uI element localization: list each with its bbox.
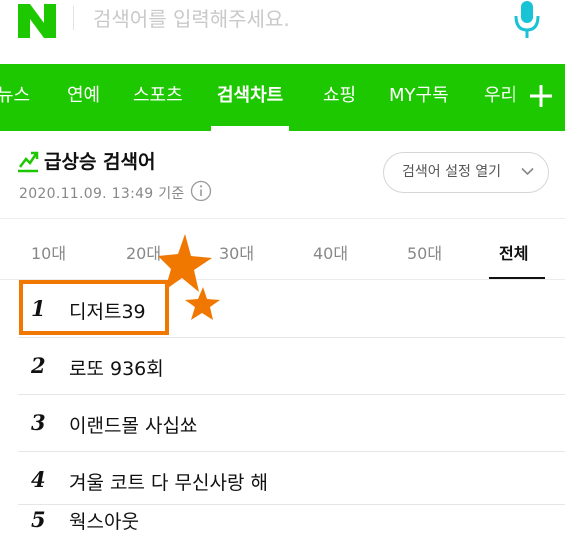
rank-number: 3	[31, 410, 46, 435]
tab-sports[interactable]: 스포츠	[133, 64, 183, 131]
rank-item[interactable]: 2 로또 936회	[0, 337, 565, 393]
header-divider	[0, 218, 565, 219]
rank-item[interactable]: 5 웍스아웃	[0, 494, 565, 547]
rank-number: 5	[31, 507, 46, 532]
age-tab-20s[interactable]: 20대	[126, 240, 161, 264]
rank-keyword: 겨울 코트 다 무신사랑 해	[69, 472, 268, 494]
age-tab-all[interactable]: 전체	[499, 240, 528, 264]
info-icon[interactable]	[190, 180, 212, 202]
tab-entertainment[interactable]: 연예	[67, 64, 100, 131]
category-tab-bar: 뉴스 연예 스포츠 검색차트 쇼핑 MY구독 우리	[0, 64, 565, 131]
age-tab-10s[interactable]: 10대	[31, 240, 66, 264]
star-icon	[158, 234, 220, 320]
search-settings-button[interactable]: 검색어 설정 열기	[383, 152, 549, 193]
search-divider	[73, 6, 74, 30]
plus-icon[interactable]	[526, 79, 556, 113]
tab-news[interactable]: 뉴스	[0, 64, 30, 131]
microphone-icon[interactable]	[513, 0, 541, 40]
rank-item[interactable]: 3 이랜드몰 사십쑈	[0, 394, 565, 450]
chevron-down-icon	[521, 167, 534, 176]
section-title: 급상승 검색어	[44, 151, 156, 173]
age-tab-50s[interactable]: 50대	[407, 240, 442, 264]
highlight-box	[19, 280, 169, 335]
settings-button-label: 검색어 설정 열기	[402, 164, 502, 180]
age-tab-active-indicator	[489, 277, 545, 279]
trend-chart-icon	[18, 151, 39, 173]
rank-keyword: 로또 936회	[69, 358, 164, 380]
naver-logo[interactable]	[16, 2, 58, 40]
tab-shopping[interactable]: 쇼핑	[323, 64, 356, 131]
rank-number: 4	[31, 467, 46, 492]
age-tab-40s[interactable]: 40대	[313, 240, 348, 264]
age-tab-30s[interactable]: 30대	[219, 240, 254, 264]
search-bar	[0, 0, 565, 42]
search-input[interactable]	[93, 0, 493, 38]
rank-keyword: 이랜드몰 사십쑈	[69, 415, 198, 437]
tab-my-subscription[interactable]: MY구독	[389, 64, 449, 131]
tab-search-chart[interactable]: 검색차트	[210, 64, 290, 131]
rank-keyword: 웍스아웃	[69, 511, 139, 533]
rank-number: 2	[31, 353, 46, 378]
timestamp: 2020.11.09. 13:49 기준	[19, 186, 185, 202]
